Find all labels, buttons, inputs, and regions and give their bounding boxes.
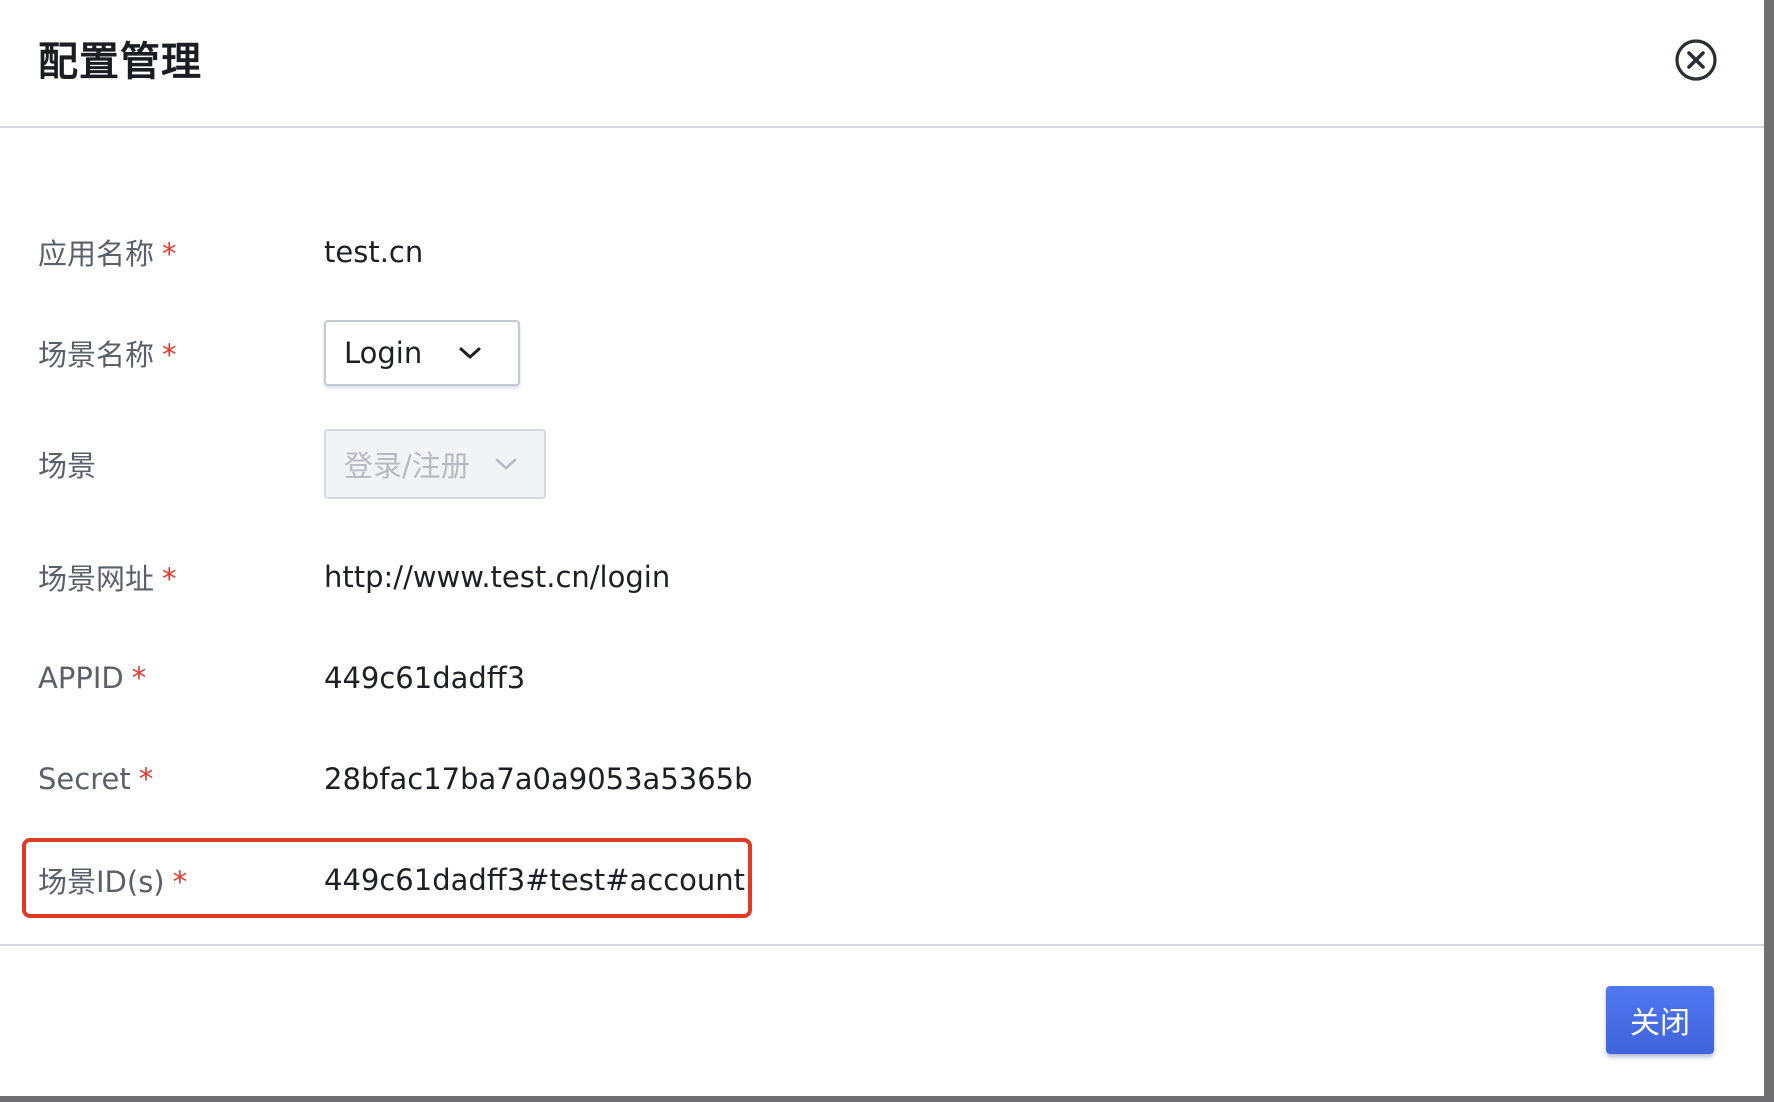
close-button[interactable]: 关闭 — [1606, 986, 1714, 1054]
chevron-down-icon — [458, 345, 482, 361]
scene-name-select[interactable]: Login — [324, 320, 520, 386]
form-row-scene-url: 场景网址 * http://www.test.cn/login — [38, 547, 1238, 607]
required-mark: * — [162, 237, 177, 271]
page-backdrop-bottom — [0, 1096, 1774, 1102]
required-mark: * — [138, 762, 154, 796]
form-row-app-name: 应用名称 * test.cn — [38, 222, 1238, 282]
form-row-scene: 场景 登录/注册 — [38, 429, 1238, 499]
required-mark: * — [162, 338, 177, 372]
dialog-footer: 关闭 — [0, 944, 1764, 1096]
secret-value: 28bfac17ba7a0a9053a5365b — [324, 762, 753, 796]
scene-name-label: 场景名称 * — [38, 338, 177, 372]
required-mark: * — [162, 562, 177, 596]
secret-label: Secret * — [38, 762, 154, 796]
scene-name-selected: Login — [344, 336, 423, 370]
scene-select: 登录/注册 — [324, 429, 546, 499]
chevron-down-icon — [494, 456, 518, 472]
form-row-appid: APPID * 449c61dadff3 — [38, 648, 1238, 708]
required-mark: * — [131, 661, 147, 695]
appid-value: 449c61dadff3 — [324, 661, 526, 695]
scene-ids-label: 场景ID(s) * — [38, 865, 188, 899]
required-mark: * — [172, 865, 188, 899]
form-row-secret: Secret * 28bfac17ba7a0a9053a5365b — [38, 749, 1238, 809]
scene-label: 场景 — [38, 449, 97, 483]
appid-label: APPID * — [38, 661, 147, 695]
close-circle-icon[interactable] — [1674, 38, 1718, 82]
scene-ids-value: 449c61dadff3#test#account — [324, 863, 746, 897]
scene-url-value: http://www.test.cn/login — [324, 560, 671, 594]
app-name-value: test.cn — [324, 235, 424, 269]
dialog-title: 配置管理 — [38, 39, 202, 85]
scene-selected: 登录/注册 — [344, 449, 470, 483]
dialog-header: 配置管理 — [0, 0, 1764, 128]
form-row-scene-name: 场景名称 * Login — [38, 320, 1238, 386]
form-row-scene-ids: 场景ID(s) * 449c61dadff3#test#account — [38, 850, 1238, 910]
page-backdrop — [1764, 0, 1774, 1102]
scene-url-label: 场景网址 * — [38, 562, 177, 596]
app-name-label: 应用名称 * — [38, 237, 177, 271]
config-dialog: 配置管理 应用名称 * test.cn 场景名称 * Login 场景 登录/注… — [0, 0, 1764, 1096]
